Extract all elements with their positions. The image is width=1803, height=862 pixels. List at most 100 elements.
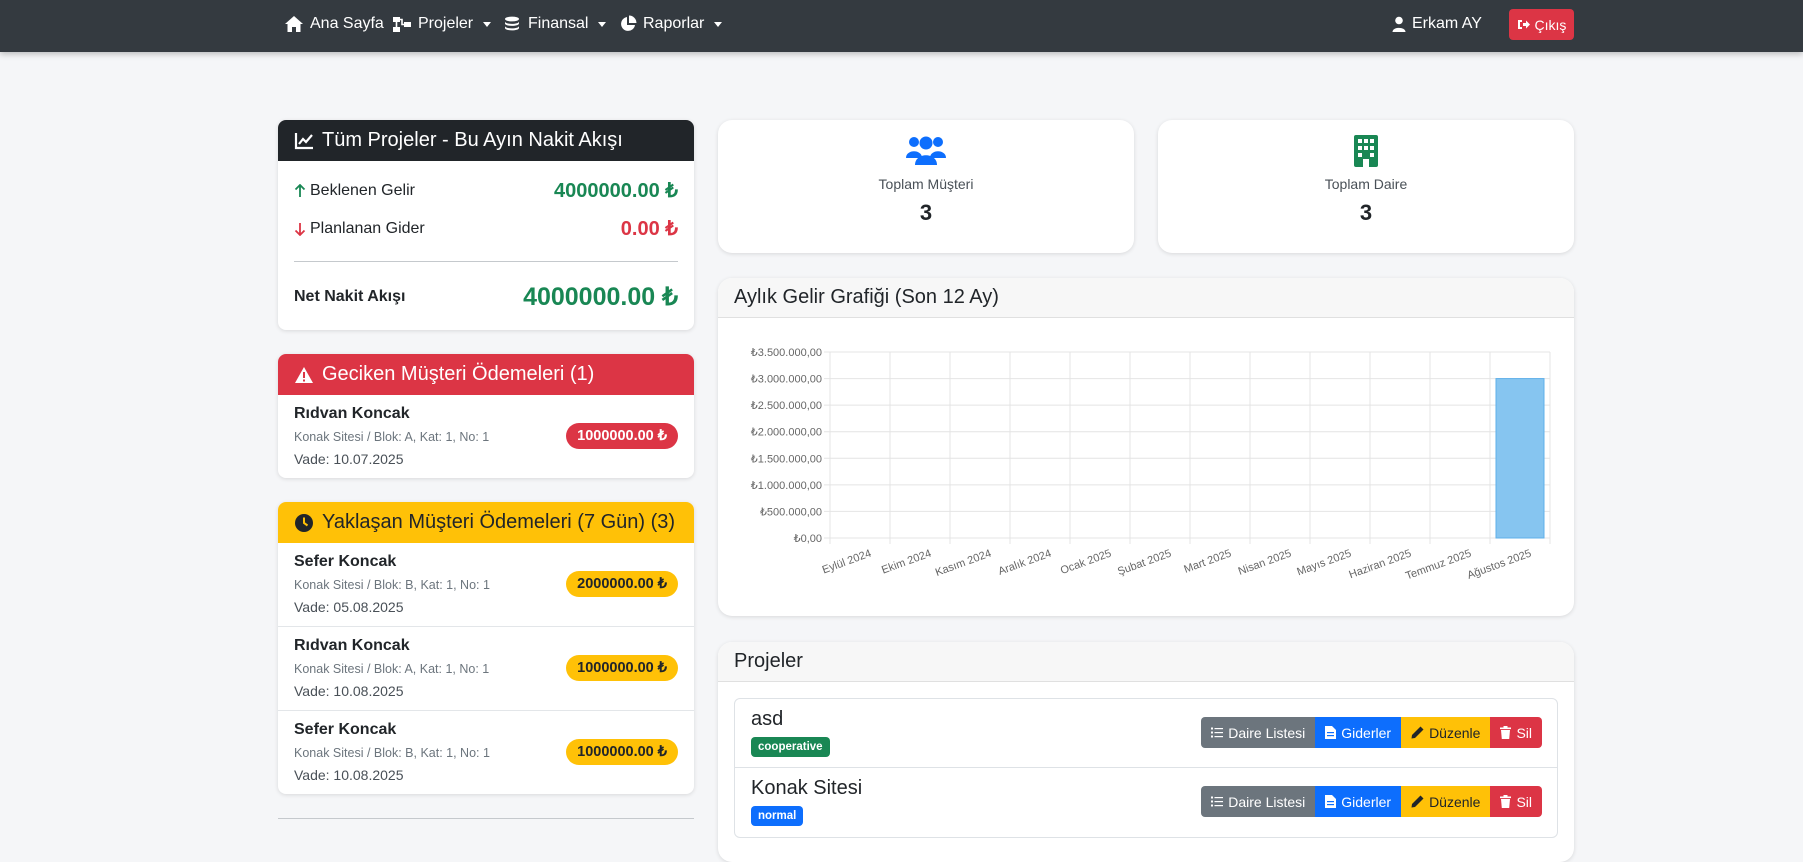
y-tick-label: ₺2.500.000,00 xyxy=(751,400,822,412)
expenses-label: Giderler xyxy=(1341,793,1392,810)
nav-reports-dropdown[interactable]: Raporlar xyxy=(619,0,723,48)
x-tick-label: Aralık 2024 xyxy=(997,548,1053,578)
delete-button[interactable]: Sil xyxy=(1490,717,1542,748)
net-cashflow-label: Net Nakit Akışı xyxy=(294,288,406,305)
cashflow-card: Tüm Projeler - Bu Ayın Nakit Akışı Bekle… xyxy=(278,120,694,330)
y-tick-label: ₺2.000.000,00 xyxy=(751,427,822,439)
trash-icon xyxy=(1500,726,1512,739)
chevron-down-icon xyxy=(598,21,607,27)
planned-expense-label-wrap: Planlanan Gider xyxy=(294,220,425,238)
y-tick-label: ₺500.000,00 xyxy=(760,506,822,518)
projects-header: Projeler xyxy=(718,642,1574,682)
cashflow-header: Tüm Projeler - Bu Ayın Nakit Akışı xyxy=(278,120,694,161)
x-tick-label: Haziran 2025 xyxy=(1347,548,1413,582)
net-cashflow-value: 4000000.00 ₺ xyxy=(523,283,678,311)
nav-home[interactable]: Ana Sayfa xyxy=(284,0,384,48)
y-tick-label: ₺3.500.000,00 xyxy=(751,347,822,359)
planned-expense-row: Planlanan Gider 0.00 ₺ xyxy=(294,216,678,241)
monthly-income-chart-card: Aylık Gelir Grafiği (Son 12 Ay) ₺3.500.0… xyxy=(718,278,1574,616)
chart-header: Aylık Gelir Grafiği (Son 12 Ay) xyxy=(718,278,1574,318)
project-name: asd xyxy=(751,708,784,730)
net-cashflow-row: Net Nakit Akışı 4000000.00 ₺ xyxy=(294,282,678,312)
chevron-down-icon xyxy=(483,21,492,27)
total-customers-card: Toplam Müşteri 3 xyxy=(718,120,1134,253)
x-tick-label: Kasım 2024 xyxy=(934,548,993,579)
payment-due-date: Vade: 10.08.2025 xyxy=(294,683,404,699)
file-invoice-icon xyxy=(1325,795,1337,808)
upcoming-payment-item[interactable]: Sefer Koncak Konak Sitesi / Blok: B, Kat… xyxy=(278,711,694,794)
user-icon xyxy=(1392,16,1406,32)
building-icon xyxy=(1354,135,1378,167)
nav-projects-label: Projeler xyxy=(418,15,474,32)
customer-name: Rıdvan Koncak xyxy=(294,405,410,422)
payment-amount-badge: 1000000.00 ₺ xyxy=(566,655,678,681)
delete-button[interactable]: Sil xyxy=(1490,786,1542,817)
nav-user[interactable]: Erkam AY xyxy=(1392,0,1482,48)
cashflow-divider xyxy=(294,261,678,262)
payment-location: Konak Sitesi / Blok: A, Kat: 1, No: 1 xyxy=(294,662,490,676)
home-icon xyxy=(285,16,303,32)
expenses-button[interactable]: Giderler xyxy=(1315,717,1402,748)
flat-list-label: Daire Listesi xyxy=(1228,793,1306,810)
expected-income-row: Beklenen Gelir 4000000.00 ₺ xyxy=(294,178,678,203)
projects-title: Projeler xyxy=(734,650,803,672)
expenses-label: Giderler xyxy=(1341,724,1392,741)
nav-home-label: Ana Sayfa xyxy=(310,15,384,32)
y-tick-label: ₺3.000.000,00 xyxy=(751,374,822,386)
users-icon-wrap xyxy=(718,134,1134,166)
coins-icon xyxy=(505,16,519,30)
delete-label: Sil xyxy=(1516,724,1532,741)
trash-icon xyxy=(1500,795,1512,808)
upcoming-payment-item[interactable]: Sefer Koncak Konak Sitesi / Blok: B, Kat… xyxy=(278,543,694,627)
chart-bar xyxy=(1495,378,1545,539)
payment-amount-badge: 2000000.00 ₺ xyxy=(566,571,678,597)
logout-button[interactable]: Çıkış xyxy=(1509,9,1574,40)
project-type-badge: normal xyxy=(751,806,804,826)
project-name: Konak Sitesi xyxy=(751,777,863,799)
total-flats-label: Toplam Daire xyxy=(1324,176,1408,192)
building-icon-wrap xyxy=(1158,134,1574,168)
planned-expense-value: 0.00 ₺ xyxy=(620,218,678,240)
chart-pie-icon xyxy=(621,15,637,31)
project-list: asd cooperative Daire Listesi Giderler D… xyxy=(734,698,1558,838)
section-divider xyxy=(278,818,694,819)
customer-name: Sefer Koncak xyxy=(294,721,397,738)
list-icon xyxy=(1211,727,1224,738)
projects-card: Projeler asd cooperative Daire Listesi G… xyxy=(718,642,1574,862)
expenses-button[interactable]: Giderler xyxy=(1315,786,1402,817)
upcoming-payments-card: Yaklaşan Müşteri Ödemeleri (7 Gün) (3) S… xyxy=(278,502,694,794)
upcoming-payment-item[interactable]: Rıdvan Koncak Konak Sitesi / Blok: A, Ka… xyxy=(278,627,694,711)
chart-title: Aylık Gelir Grafiği (Son 12 Ay) xyxy=(734,286,999,308)
customer-name: Sefer Koncak xyxy=(294,553,397,570)
flat-list-button[interactable]: Daire Listesi xyxy=(1201,717,1316,748)
project-type-badge: cooperative xyxy=(751,737,830,757)
payment-due-date: Vade: 10.07.2025 xyxy=(294,451,404,467)
x-tick-label: Mayıs 2025 xyxy=(1295,548,1353,579)
nav-projects-dropdown[interactable]: Projeler xyxy=(392,0,492,48)
payment-location: Konak Sitesi / Blok: B, Kat: 1, No: 1 xyxy=(294,578,490,592)
planned-expense-label: Planlanan Gider xyxy=(310,219,425,237)
nav-finance-dropdown[interactable]: Finansal xyxy=(504,0,607,48)
warning-icon xyxy=(295,366,313,383)
pencil-icon xyxy=(1411,795,1424,808)
late-payment-item[interactable]: Rıdvan Koncak Konak Sitesi / Blok: A, Ka… xyxy=(278,395,694,478)
nav-reports-label: Raporlar xyxy=(643,15,705,32)
late-payments-card: Geciken Müşteri Ödemeleri (1) Rıdvan Kon… xyxy=(278,354,694,478)
edit-button[interactable]: Düzenle xyxy=(1401,717,1491,748)
total-flats-card: Toplam Daire 3 xyxy=(1158,120,1574,253)
list-icon xyxy=(1211,796,1224,807)
logout-label: Çıkış xyxy=(1534,16,1567,33)
chart-line-icon xyxy=(294,132,313,149)
upcoming-payments-header: Yaklaşan Müşteri Ödemeleri (7 Gün) (3) xyxy=(278,502,694,543)
payment-amount-badge: 1000000.00 ₺ xyxy=(566,739,678,765)
top-navbar: Ana Sayfa Projeler Finansal Raporlar Erk… xyxy=(0,0,1803,52)
y-tick-label: ₺1.500.000,00 xyxy=(751,453,822,465)
delete-label: Sil xyxy=(1516,793,1532,810)
pencil-icon xyxy=(1411,726,1424,739)
chevron-down-icon xyxy=(714,21,723,27)
project-actions: Daire Listesi Giderler Düzenle Sil xyxy=(1201,717,1542,748)
edit-button[interactable]: Düzenle xyxy=(1401,786,1491,817)
income-bar-chart: ₺3.500.000,00 ₺3.000.000,00 ₺2.500.000,00 ₺… xyxy=(751,347,1551,582)
flat-list-button[interactable]: Daire Listesi xyxy=(1201,786,1316,817)
x-tick-label: Eylül 2024 xyxy=(821,548,873,577)
